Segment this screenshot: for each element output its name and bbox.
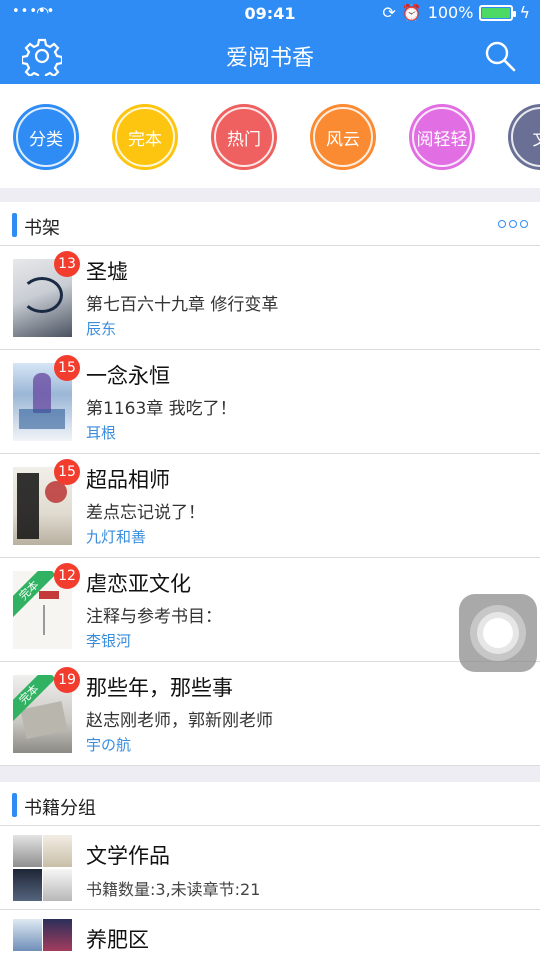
bookshelf-title: 书架 xyxy=(24,218,60,239)
groups-header: 书籍分组 xyxy=(0,782,540,826)
book-author: 李银河 xyxy=(86,632,132,650)
category-row: 分类 完本 热门 风云 阅轻轻 文 xyxy=(0,84,540,188)
book-author: 耳根 xyxy=(86,424,117,442)
book-row[interactable]: 15 一念永恒 第1163章 我吃了！ 耳根 xyxy=(0,350,540,454)
book-row[interactable]: 15 超品相师 差点忘记说了！ 九灯和善 xyxy=(0,454,540,558)
book-author: 九灯和善 xyxy=(86,528,147,546)
rotation-lock-icon: ⟳ xyxy=(382,3,396,22)
book-row[interactable]: 完本 19 那些年，那些事 赵志刚老师，郭新刚老师 宇の航 xyxy=(0,662,540,766)
section-accent-bar xyxy=(12,213,17,237)
search-icon[interactable] xyxy=(482,38,518,74)
category-hot[interactable]: 热门 xyxy=(211,104,277,170)
book-author: 辰东 xyxy=(86,320,117,338)
status-bar: ••••• ◠ 09:41 ⟳ ⏰ 100% ϟ xyxy=(0,0,540,28)
unread-badge: 13 xyxy=(54,251,80,277)
floating-assistive-button[interactable] xyxy=(459,594,537,672)
book-title: 一念永恒 xyxy=(86,364,170,388)
battery-fill xyxy=(482,7,511,18)
group-covers xyxy=(13,835,72,901)
book-title: 虐恋亚文化 xyxy=(86,572,191,596)
group-title: 文学作品 xyxy=(86,844,170,868)
book-row[interactable]: 13 圣墟 第七百六十九章 修行变革 辰东 xyxy=(0,246,540,350)
group-title: 养肥区 xyxy=(86,928,149,952)
group-row[interactable]: 养肥区 xyxy=(0,910,540,960)
group-covers xyxy=(13,919,72,960)
more-icon[interactable] xyxy=(498,220,528,228)
nav-bar: 爱阅书香 xyxy=(0,28,540,84)
unread-badge: 19 xyxy=(54,667,80,693)
group-cover-thumb xyxy=(43,835,72,867)
latest-chapter: 第七百六十九章 修行变革 xyxy=(86,295,279,315)
alarm-icon: ⏰ xyxy=(401,3,422,22)
category-completed[interactable]: 完本 xyxy=(112,104,178,170)
latest-chapter: 赵志刚老师，郭新刚老师 xyxy=(86,711,273,731)
latest-chapter: 注释与参考书目： xyxy=(86,607,222,627)
category-light-read[interactable]: 阅轻轻 xyxy=(409,104,475,170)
group-cover-thumb xyxy=(13,835,42,867)
unread-badge: 15 xyxy=(54,355,80,381)
book-title: 超品相师 xyxy=(86,468,170,492)
book-groups-section: 书籍分组 文学作品 书籍数量:3,未读章节:21 养肥区 xyxy=(0,782,540,960)
book-author: 宇の航 xyxy=(86,736,132,754)
unread-badge: 15 xyxy=(54,459,80,485)
battery-icon xyxy=(479,4,517,21)
group-cover-thumb xyxy=(13,869,42,901)
group-cover-thumb xyxy=(43,869,72,901)
latest-chapter: 差点忘记说了！ xyxy=(86,503,205,523)
category-literature[interactable]: 文 xyxy=(508,104,540,170)
group-info: 书籍数量:3,未读章节:21 xyxy=(86,880,261,899)
groups-title: 书籍分组 xyxy=(24,798,96,819)
group-cover-thumb xyxy=(43,919,72,951)
latest-chapter: 第1163章 我吃了！ xyxy=(86,399,237,419)
bookshelf-section: 书架 13 圣墟 第七百六十九章 修行变革 辰东 15 一念永恒 第1163章 … xyxy=(0,202,540,766)
category-classify[interactable]: 分类 xyxy=(13,104,79,170)
category-ranking[interactable]: 风云 xyxy=(310,104,376,170)
battery-percent: 100% xyxy=(427,3,474,22)
charging-icon: ϟ xyxy=(519,3,530,22)
unread-badge: 12 xyxy=(54,563,80,589)
section-accent-bar xyxy=(12,793,17,817)
app-title: 爱阅书香 xyxy=(225,46,314,71)
book-title: 那些年，那些事 xyxy=(86,676,233,700)
group-row[interactable]: 文学作品 书籍数量:3,未读章节:21 xyxy=(0,826,540,910)
group-cover-thumb xyxy=(13,919,42,951)
bookshelf-header: 书架 xyxy=(0,202,540,246)
book-title: 圣墟 xyxy=(86,260,128,284)
